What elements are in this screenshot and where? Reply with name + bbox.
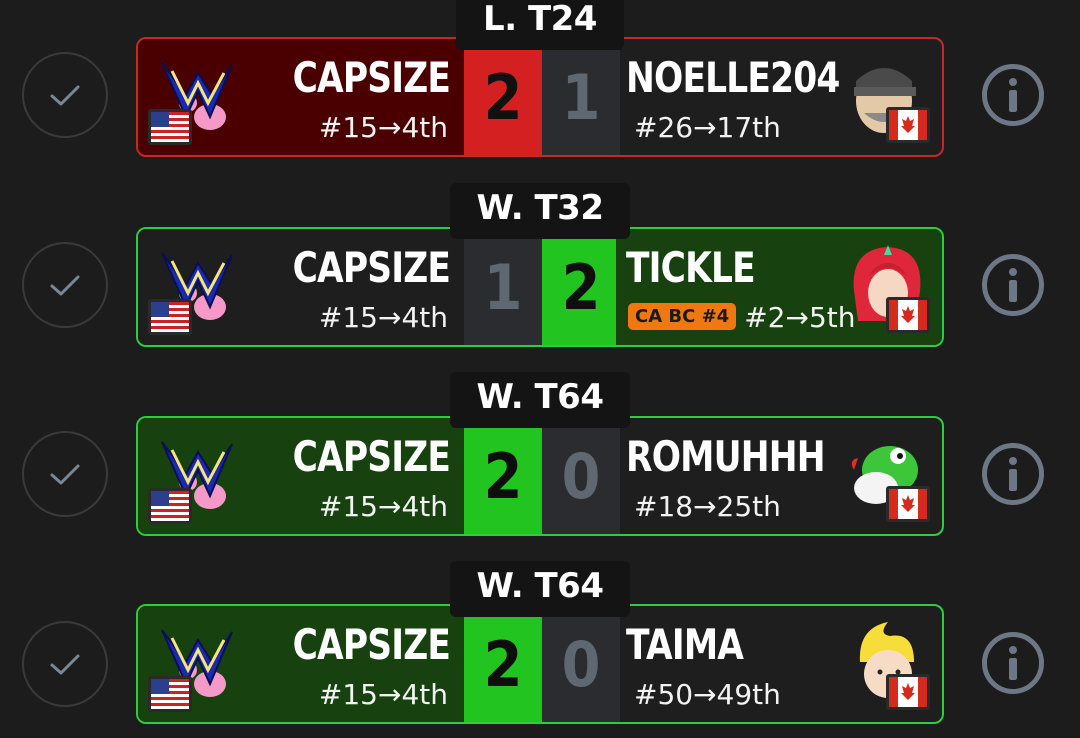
canada-flag-icon — [886, 674, 930, 710]
player2-name: ROMUHHH — [626, 432, 826, 481]
check-icon — [50, 654, 80, 675]
player1-name: CAPSIZE — [292, 243, 450, 292]
us-flag-icon — [148, 299, 192, 335]
us-flag-icon — [148, 676, 192, 712]
player1-name: CAPSIZE — [292, 432, 450, 481]
info-icon — [1009, 268, 1017, 276]
player2-name: TICKLE — [626, 243, 756, 292]
player1-score: 1 — [464, 229, 542, 345]
info-icon-bar — [1009, 469, 1017, 491]
info-icon — [1009, 646, 1017, 654]
canada-flag-icon — [886, 297, 930, 333]
reported-check-button[interactable] — [22, 431, 108, 517]
us-flag-icon — [148, 488, 192, 524]
player1-score: 2 — [464, 418, 542, 534]
check-icon — [50, 464, 80, 485]
round-label: W. T64 — [450, 561, 630, 617]
player2-seed-text: #2→5th — [744, 301, 856, 334]
player2-seed: #18→25th — [634, 490, 781, 523]
player2-score: 0 — [542, 418, 620, 534]
player1-score: 2 — [464, 606, 542, 722]
match-info-button[interactable] — [982, 632, 1044, 694]
player2-name: TAIMA — [626, 620, 744, 669]
match-info-button[interactable] — [982, 254, 1044, 316]
reported-check-button[interactable] — [22, 242, 108, 328]
player2-score: 2 — [542, 229, 620, 345]
canada-flag-icon — [886, 486, 930, 522]
player2-seed: #50→49th — [634, 678, 781, 711]
player1-seed: #15→4th — [318, 490, 448, 523]
match-row: CAPSIZE #15→4th 2 0 TAIMA #50→49th W. T6… — [0, 0, 1080, 724]
player1-name: CAPSIZE — [292, 620, 450, 669]
info-icon-bar — [1009, 280, 1017, 302]
match-card[interactable]: CAPSIZE #15→4th 2 0 TAIMA #50→49th — [136, 604, 944, 724]
info-icon — [1009, 457, 1017, 465]
round-label: W. T64 — [450, 372, 630, 428]
round-label: W. T32 — [450, 183, 630, 239]
player2-seed: CA BC #4 #2→5th — [628, 301, 856, 334]
info-icon-bar — [1009, 658, 1017, 680]
match-card[interactable]: CAPSIZE #15→4th 2 0 ROMUHHH #18→25th — [136, 416, 944, 536]
check-icon — [50, 275, 80, 296]
player2-score: 0 — [542, 606, 620, 722]
player1-seed: #15→4th — [318, 678, 448, 711]
player1-seed: #15→4th — [318, 301, 448, 334]
region-badge: CA BC #4 — [628, 302, 737, 330]
match-card[interactable]: CAPSIZE #15→4th 1 2 TICKLE CA BC #4 #2→5t… — [136, 227, 944, 347]
match-info-button[interactable] — [982, 443, 1044, 505]
reported-check-button[interactable] — [22, 621, 108, 707]
